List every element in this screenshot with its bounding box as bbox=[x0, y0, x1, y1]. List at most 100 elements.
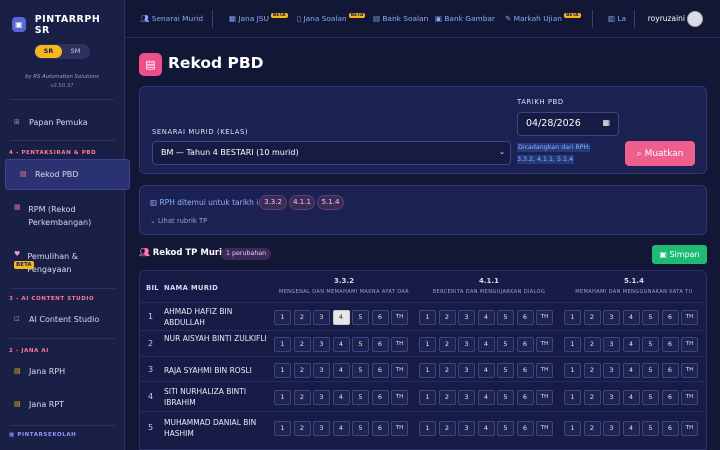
score-button[interactable]: 6 bbox=[661, 337, 679, 352]
score-button[interactable]: 3 bbox=[458, 421, 475, 436]
score-button[interactable]: 5 bbox=[642, 421, 659, 436]
score-button[interactable]: 2 bbox=[583, 421, 601, 436]
score-button[interactable]: 6 bbox=[661, 310, 679, 325]
score-button[interactable]: 4 bbox=[477, 310, 495, 325]
score-button[interactable]: 4 bbox=[622, 310, 640, 325]
score-button[interactable]: 2 bbox=[583, 362, 601, 378]
sidebar-item-home[interactable]: ⊞ Papan Pemuka bbox=[0, 118, 125, 127]
score-button[interactable]: 3 bbox=[458, 337, 475, 352]
score-button[interactable]: 3 bbox=[313, 337, 330, 352]
simpan-button[interactable]: ▣ Simpan bbox=[652, 245, 707, 264]
score-button[interactable]: 3 bbox=[313, 362, 330, 378]
rph-chip[interactable]: 3.3.2 bbox=[259, 195, 287, 210]
score-button[interactable]: 1 bbox=[419, 337, 436, 352]
sidebar-item-jana-rpt[interactable]: ▤ Jana RPT bbox=[0, 400, 125, 409]
sidebar-item-ai-studio[interactable]: ⊡ AI Content Studio bbox=[0, 315, 125, 324]
score-button[interactable]: 1 bbox=[274, 421, 291, 436]
score-button[interactable]: 6 bbox=[371, 310, 389, 325]
score-button[interactable]: 2 bbox=[438, 310, 456, 325]
score-button[interactable]: 2 bbox=[583, 390, 601, 405]
mode-toggle[interactable]: SR SM bbox=[34, 44, 90, 59]
score-button[interactable]: 4 bbox=[332, 310, 350, 325]
score-button[interactable]: 4 bbox=[332, 421, 350, 436]
score-button[interactable]: TH bbox=[391, 390, 408, 405]
avatar[interactable] bbox=[687, 11, 703, 27]
nav-bank-soalan[interactable]: ▤ Bank Soalan bbox=[373, 14, 428, 23]
score-button[interactable]: 3 bbox=[458, 390, 475, 405]
score-button[interactable]: TH bbox=[681, 421, 698, 436]
score-button[interactable]: 1 bbox=[274, 390, 291, 405]
score-button[interactable]: 5 bbox=[352, 310, 369, 325]
score-button[interactable]: 1 bbox=[564, 390, 581, 405]
username[interactable]: royruzaini bbox=[648, 14, 685, 23]
score-button[interactable]: 5 bbox=[642, 390, 659, 405]
score-button[interactable]: TH bbox=[536, 362, 553, 378]
score-button[interactable]: 6 bbox=[661, 390, 679, 405]
score-button[interactable]: 3 bbox=[603, 310, 620, 325]
score-button[interactable]: 5 bbox=[497, 421, 514, 436]
score-button[interactable]: 6 bbox=[371, 390, 389, 405]
score-button[interactable]: 2 bbox=[438, 390, 456, 405]
score-button[interactable]: 6 bbox=[516, 390, 534, 405]
score-button[interactable]: 5 bbox=[352, 390, 369, 405]
score-button[interactable]: 5 bbox=[352, 362, 369, 378]
score-button[interactable]: 1 bbox=[419, 362, 436, 378]
brand[interactable]: ▣ PINTARRPH SR bbox=[0, 0, 124, 38]
score-button[interactable]: 6 bbox=[371, 421, 389, 436]
score-button[interactable]: 5 bbox=[352, 421, 369, 436]
sidebar-item-rpm[interactable]: ▦ RPM (Rekod Perkembangan) bbox=[0, 203, 125, 229]
score-button[interactable]: 3 bbox=[603, 421, 620, 436]
score-button[interactable]: 3 bbox=[313, 310, 330, 325]
score-button[interactable]: 1 bbox=[274, 337, 291, 352]
score-button[interactable]: 4 bbox=[332, 362, 350, 378]
score-button[interactable]: 4 bbox=[477, 362, 495, 378]
score-button[interactable]: TH bbox=[391, 310, 408, 325]
score-button[interactable]: 6 bbox=[516, 421, 534, 436]
score-button[interactable]: TH bbox=[391, 362, 408, 378]
score-button[interactable]: 2 bbox=[293, 390, 311, 405]
score-button[interactable]: 5 bbox=[642, 337, 659, 352]
score-button[interactable]: 4 bbox=[622, 390, 640, 405]
mode-sr[interactable]: SR bbox=[35, 45, 62, 58]
nav-la[interactable]: ▥ La bbox=[608, 14, 626, 23]
score-button[interactable]: 3 bbox=[603, 362, 620, 378]
rph-chip[interactable]: 5.1.4 bbox=[317, 195, 344, 210]
nav-jana-soalan[interactable]: ▯ Jana Soalan BETA bbox=[297, 13, 366, 23]
score-button[interactable]: 2 bbox=[293, 421, 311, 436]
score-button[interactable]: 3 bbox=[458, 362, 475, 378]
score-button[interactable]: 6 bbox=[371, 337, 389, 352]
calendar-icon[interactable]: ▦ bbox=[602, 118, 610, 127]
score-button[interactable]: 5 bbox=[497, 310, 514, 325]
score-button[interactable]: 2 bbox=[293, 337, 311, 352]
score-button[interactable]: 1 bbox=[419, 421, 436, 436]
score-button[interactable]: 4 bbox=[477, 337, 495, 352]
score-button[interactable]: 2 bbox=[583, 310, 601, 325]
muatkan-button[interactable]: ⌕ Muatkan bbox=[625, 141, 695, 166]
score-button[interactable]: 1 bbox=[419, 310, 436, 325]
score-button[interactable]: 5 bbox=[497, 390, 514, 405]
score-button[interactable]: 1 bbox=[274, 362, 291, 378]
score-button[interactable]: TH bbox=[681, 310, 698, 325]
score-button[interactable]: 4 bbox=[622, 337, 640, 352]
score-button[interactable]: 5 bbox=[642, 310, 659, 325]
score-button[interactable]: 6 bbox=[661, 362, 679, 378]
score-button[interactable]: TH bbox=[391, 421, 408, 436]
rph-chip[interactable]: 4.1.1 bbox=[289, 195, 315, 210]
score-button[interactable]: TH bbox=[681, 362, 698, 378]
score-button[interactable]: 2 bbox=[293, 310, 311, 325]
score-button[interactable]: 4 bbox=[622, 421, 640, 436]
nav-bank-gambar[interactable]: ▣ Bank Gambar bbox=[435, 14, 495, 23]
score-button[interactable]: 3 bbox=[313, 390, 330, 405]
sidebar-item-rekod-pbd[interactable]: ▤ Rekod PBD bbox=[5, 159, 130, 190]
score-button[interactable]: 5 bbox=[352, 337, 369, 352]
mode-sm[interactable]: SM bbox=[62, 45, 89, 58]
score-button[interactable]: 1 bbox=[564, 310, 581, 325]
score-button[interactable]: 2 bbox=[438, 337, 456, 352]
score-button[interactable]: TH bbox=[681, 337, 698, 352]
score-button[interactable]: TH bbox=[536, 337, 553, 352]
score-button[interactable]: 5 bbox=[497, 337, 514, 352]
score-button[interactable]: 6 bbox=[516, 362, 534, 378]
nav-markah-ujian[interactable]: ✎ Markah Ujian BETA bbox=[505, 13, 581, 23]
lihat-rubrik-toggle[interactable]: ⌄ Lihat rubrik TP bbox=[150, 217, 207, 225]
score-button[interactable]: 2 bbox=[583, 337, 601, 352]
